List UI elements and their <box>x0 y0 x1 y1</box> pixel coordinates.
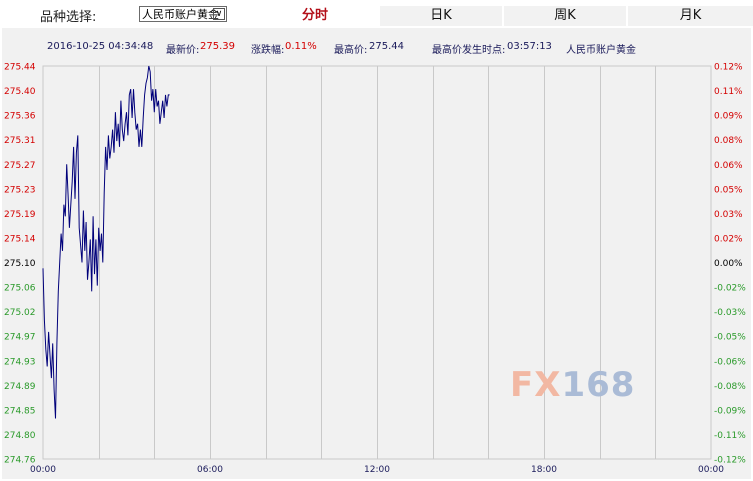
time-axis: 00:00 06:00 12:00 18:00 00:00 <box>30 465 724 475</box>
y-tick-label-right: 0.08% <box>714 136 743 146</box>
x-tick-label: 12:00 <box>364 465 390 475</box>
y-tick-label-right: 0.12% <box>714 63 743 73</box>
y-tick-label-left: 274.80 <box>4 431 36 441</box>
y-tick-label-right: -0.11% <box>714 431 746 441</box>
watermark-logo: FX168 <box>510 365 635 405</box>
y-tick-label-left: 275.02 <box>4 308 36 318</box>
y-tick-label-left: 275.19 <box>4 210 36 220</box>
y-tick-label-right: 0.05% <box>714 185 743 195</box>
y-tick-label-left: 275.14 <box>4 234 36 244</box>
x-tick-label: 00:00 <box>698 465 724 475</box>
x-tick-label: 00:00 <box>30 465 56 475</box>
y-tick-label-left: 275.31 <box>4 136 36 146</box>
y-tick-label-right: -0.05% <box>714 333 746 343</box>
y-tick-label-left: 275.10 <box>4 259 36 269</box>
y-tick-label-right: 0.09% <box>714 112 743 122</box>
intraday-chart: 275.44 275.40 275.36 275.31 275.27 275.23 275.… <box>4 63 746 476</box>
price-series-line <box>42 65 170 419</box>
y-tick-label-right: -0.09% <box>714 406 746 416</box>
y-tick-label-left: 274.89 <box>4 382 36 392</box>
watermark-168: 168 <box>561 365 636 405</box>
y-tick-label-left: 274.97 <box>4 333 36 343</box>
y-tick-label-left: 275.36 <box>4 112 36 122</box>
y-tick-label-right: 0.02% <box>714 234 743 244</box>
y-tick-label-left: 275.40 <box>4 87 36 97</box>
left-price-axis: 275.44 275.40 275.36 275.31 275.27 275.23 275.… <box>4 63 36 466</box>
y-tick-label-right: -0.03% <box>714 308 746 318</box>
y-tick-label-right: 0.03% <box>714 210 743 220</box>
x-tick-label: 06:00 <box>197 465 223 475</box>
y-tick-label-right: -0.08% <box>714 382 746 392</box>
y-tick-label-left: 275.27 <box>4 161 36 171</box>
y-tick-label-left: 274.93 <box>4 357 36 367</box>
y-tick-label-right: 0.06% <box>714 161 743 171</box>
y-tick-label-right: -0.06% <box>714 357 746 367</box>
y-tick-label-left: 274.76 <box>4 456 36 466</box>
y-tick-label-left: 274.85 <box>4 406 36 416</box>
y-tick-label-left: 275.06 <box>4 284 36 294</box>
x-tick-label: 18:00 <box>531 465 557 475</box>
right-percent-axis: 0.12% 0.11% 0.09% 0.08% 0.06% 0.05% 0.03% 0.02%… <box>714 63 746 466</box>
y-tick-label-left: 275.44 <box>4 63 36 73</box>
y-tick-label-right: -0.02% <box>714 284 746 294</box>
y-tick-label-left: 275.23 <box>4 185 36 195</box>
y-tick-label-right: -0.12% <box>714 456 746 466</box>
y-tick-label-right: 0.00% <box>714 259 743 269</box>
y-tick-label-right: 0.11% <box>714 87 743 97</box>
watermark-fx: FX <box>510 365 562 405</box>
